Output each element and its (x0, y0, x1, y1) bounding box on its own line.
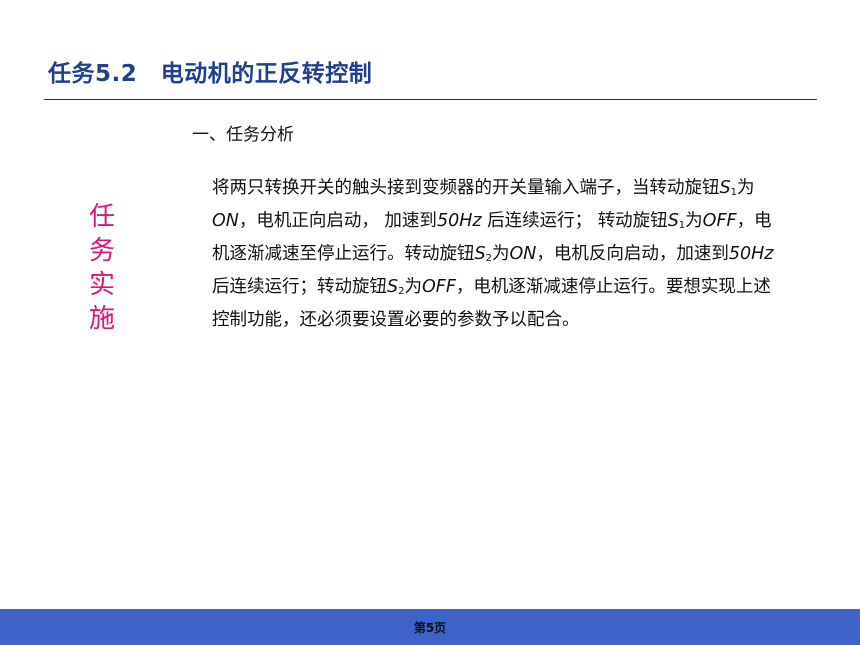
slide-title: 任务5.2 电动机的正反转控制 (48, 61, 373, 87)
section-heading: 一、任务分析 (192, 125, 294, 145)
vertical-section-label: 任务实施 (88, 202, 115, 334)
task-description: 将两只转换开关的触头接到变频器的开关量输入端子，当转动旋钮S1为ON，电机正向启… (212, 178, 774, 330)
page-number: 第5页 (413, 621, 447, 635)
title-divider (44, 99, 817, 100)
